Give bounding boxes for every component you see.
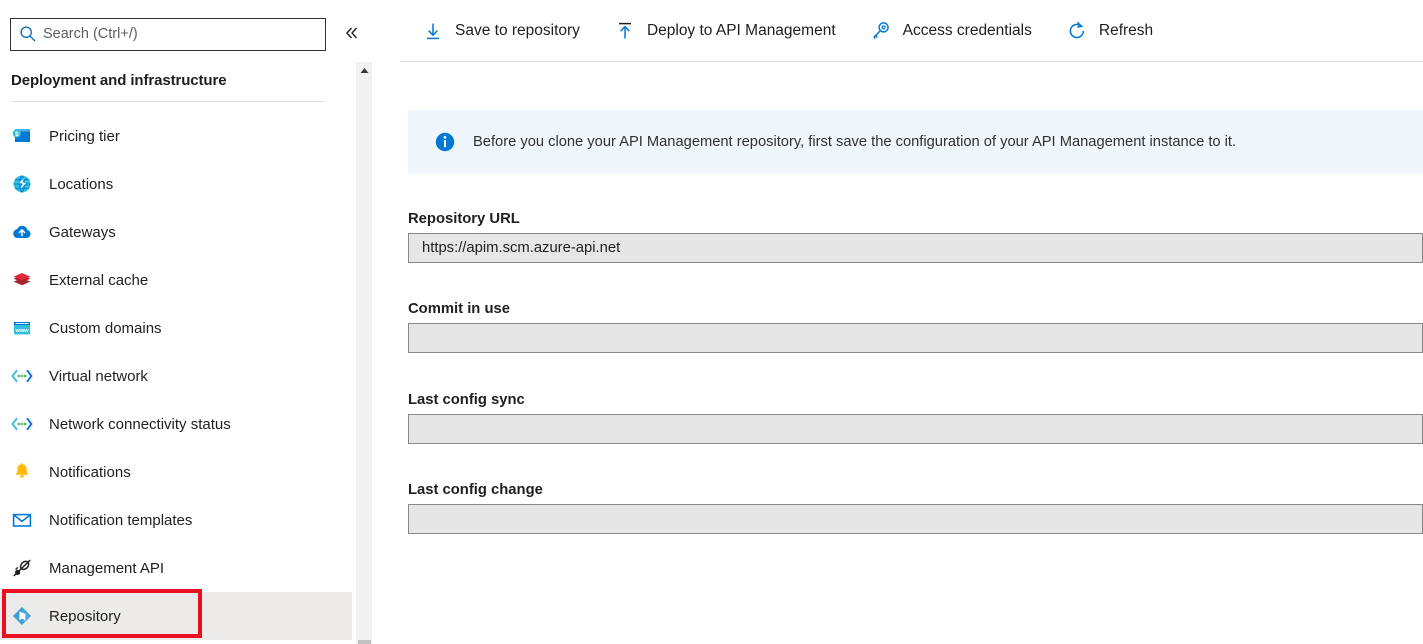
last-config-change-field-group: Last config change bbox=[408, 482, 1423, 534]
sidebar-item-label: Gateways bbox=[49, 224, 116, 241]
envelope-icon bbox=[11, 509, 33, 531]
refresh-icon bbox=[1066, 20, 1088, 42]
sidebar-item-label: Network connectivity status bbox=[49, 416, 231, 433]
info-banner: Before you clone your API Management rep… bbox=[408, 110, 1423, 174]
www-domain-icon: www bbox=[11, 317, 33, 339]
main-content-pane: Save to repository Deploy to API Managem… bbox=[400, 0, 1423, 644]
sidebar-item-repository[interactable]: Repository bbox=[0, 592, 352, 640]
refresh-button[interactable]: Refresh bbox=[1060, 13, 1159, 49]
network-connectivity-icon bbox=[11, 413, 33, 435]
commit-in-use-input[interactable] bbox=[408, 323, 1423, 353]
info-banner-text: Before you clone your API Management rep… bbox=[473, 132, 1236, 152]
pricing-tier-icon: $ bbox=[11, 125, 33, 147]
toolbar-divider bbox=[400, 61, 1423, 62]
sidebar-scrollbar[interactable] bbox=[355, 62, 372, 644]
virtual-network-icon bbox=[11, 365, 33, 387]
commit-in-use-label: Commit in use bbox=[408, 301, 1423, 317]
repository-url-label: Repository URL bbox=[408, 211, 1423, 227]
last-config-change-input[interactable] bbox=[408, 504, 1423, 534]
sidebar-item-label: Notification templates bbox=[49, 512, 192, 529]
repository-url-input[interactable] bbox=[408, 233, 1423, 263]
sidebar-item-external-cache[interactable]: External cache bbox=[0, 256, 352, 304]
last-config-sync-label: Last config sync bbox=[408, 392, 1423, 408]
button-label: Deploy to API Management bbox=[647, 22, 836, 40]
nav-section-divider bbox=[11, 101, 325, 102]
bell-icon bbox=[11, 461, 33, 483]
save-to-repository-button[interactable]: Save to repository bbox=[416, 13, 586, 49]
deploy-to-api-management-button[interactable]: Deploy to API Management bbox=[608, 13, 842, 49]
svg-text:$: $ bbox=[15, 131, 19, 138]
last-config-change-label: Last config change bbox=[408, 482, 1423, 498]
globe-icon bbox=[11, 173, 33, 195]
sidebar-item-network-connectivity-status[interactable]: Network connectivity status bbox=[0, 400, 352, 448]
upload-arrow-icon bbox=[614, 20, 636, 42]
sidebar-item-virtual-network[interactable]: Virtual network bbox=[0, 352, 352, 400]
sidebar-item-label: Virtual network bbox=[49, 368, 148, 385]
sidebar-item-custom-domains[interactable]: www Custom domains bbox=[0, 304, 352, 352]
last-config-sync-input[interactable] bbox=[408, 414, 1423, 444]
scroll-up-arrow-icon[interactable] bbox=[356, 62, 372, 79]
left-navigation-pane: Deployment and infrastructure $ Pricing … bbox=[0, 0, 400, 644]
nav-section-title: Deployment and infrastructure bbox=[11, 72, 226, 89]
cloud-gateway-icon bbox=[11, 221, 33, 243]
sidebar-item-label: Locations bbox=[49, 176, 113, 193]
scrollbar-thumb[interactable] bbox=[358, 640, 371, 644]
redis-cache-icon bbox=[11, 269, 33, 291]
repository-url-field-group: Repository URL bbox=[408, 211, 1423, 263]
sidebar-item-label: Notifications bbox=[49, 464, 131, 481]
info-icon bbox=[434, 131, 456, 153]
sidebar-item-management-api[interactable]: Management API bbox=[0, 544, 352, 592]
svg-text:www: www bbox=[14, 328, 29, 334]
last-config-sync-field-group: Last config sync bbox=[408, 392, 1423, 444]
azure-repos-icon bbox=[11, 605, 33, 627]
commit-in-use-field-group: Commit in use bbox=[408, 301, 1423, 353]
sidebar-item-label: Repository bbox=[49, 608, 121, 625]
button-label: Save to repository bbox=[455, 22, 580, 40]
button-label: Access credentials bbox=[903, 22, 1032, 40]
search-icon bbox=[19, 25, 37, 43]
sidebar-item-gateways[interactable]: Gateways bbox=[0, 208, 352, 256]
sidebar-item-pricing-tier[interactable]: $ Pricing tier bbox=[0, 112, 352, 160]
plug-connector-icon bbox=[11, 557, 33, 579]
collapse-nav-button[interactable] bbox=[336, 18, 368, 50]
sidebar-item-label: Custom domains bbox=[49, 320, 162, 337]
azure-portal-repository-page: Deployment and infrastructure $ Pricing … bbox=[0, 0, 1423, 644]
button-label: Refresh bbox=[1099, 22, 1153, 40]
sidebar-item-label: Pricing tier bbox=[49, 128, 120, 145]
command-toolbar: Save to repository Deploy to API Managem… bbox=[400, 0, 1423, 61]
download-arrow-icon bbox=[422, 20, 444, 42]
chevron-double-left-icon bbox=[343, 24, 361, 45]
sidebar-item-notifications[interactable]: Notifications bbox=[0, 448, 352, 496]
nav-item-list: $ Pricing tier bbox=[0, 112, 352, 640]
search-box[interactable] bbox=[10, 18, 326, 51]
access-credentials-button[interactable]: Access credentials bbox=[864, 13, 1038, 49]
search-row bbox=[10, 17, 395, 51]
key-icon bbox=[870, 20, 892, 42]
sidebar-item-locations[interactable]: Locations bbox=[0, 160, 352, 208]
sidebar-item-label: Management API bbox=[49, 560, 164, 577]
sidebar-item-notification-templates[interactable]: Notification templates bbox=[0, 496, 352, 544]
sidebar-item-label: External cache bbox=[49, 272, 148, 289]
search-input[interactable] bbox=[43, 26, 317, 42]
